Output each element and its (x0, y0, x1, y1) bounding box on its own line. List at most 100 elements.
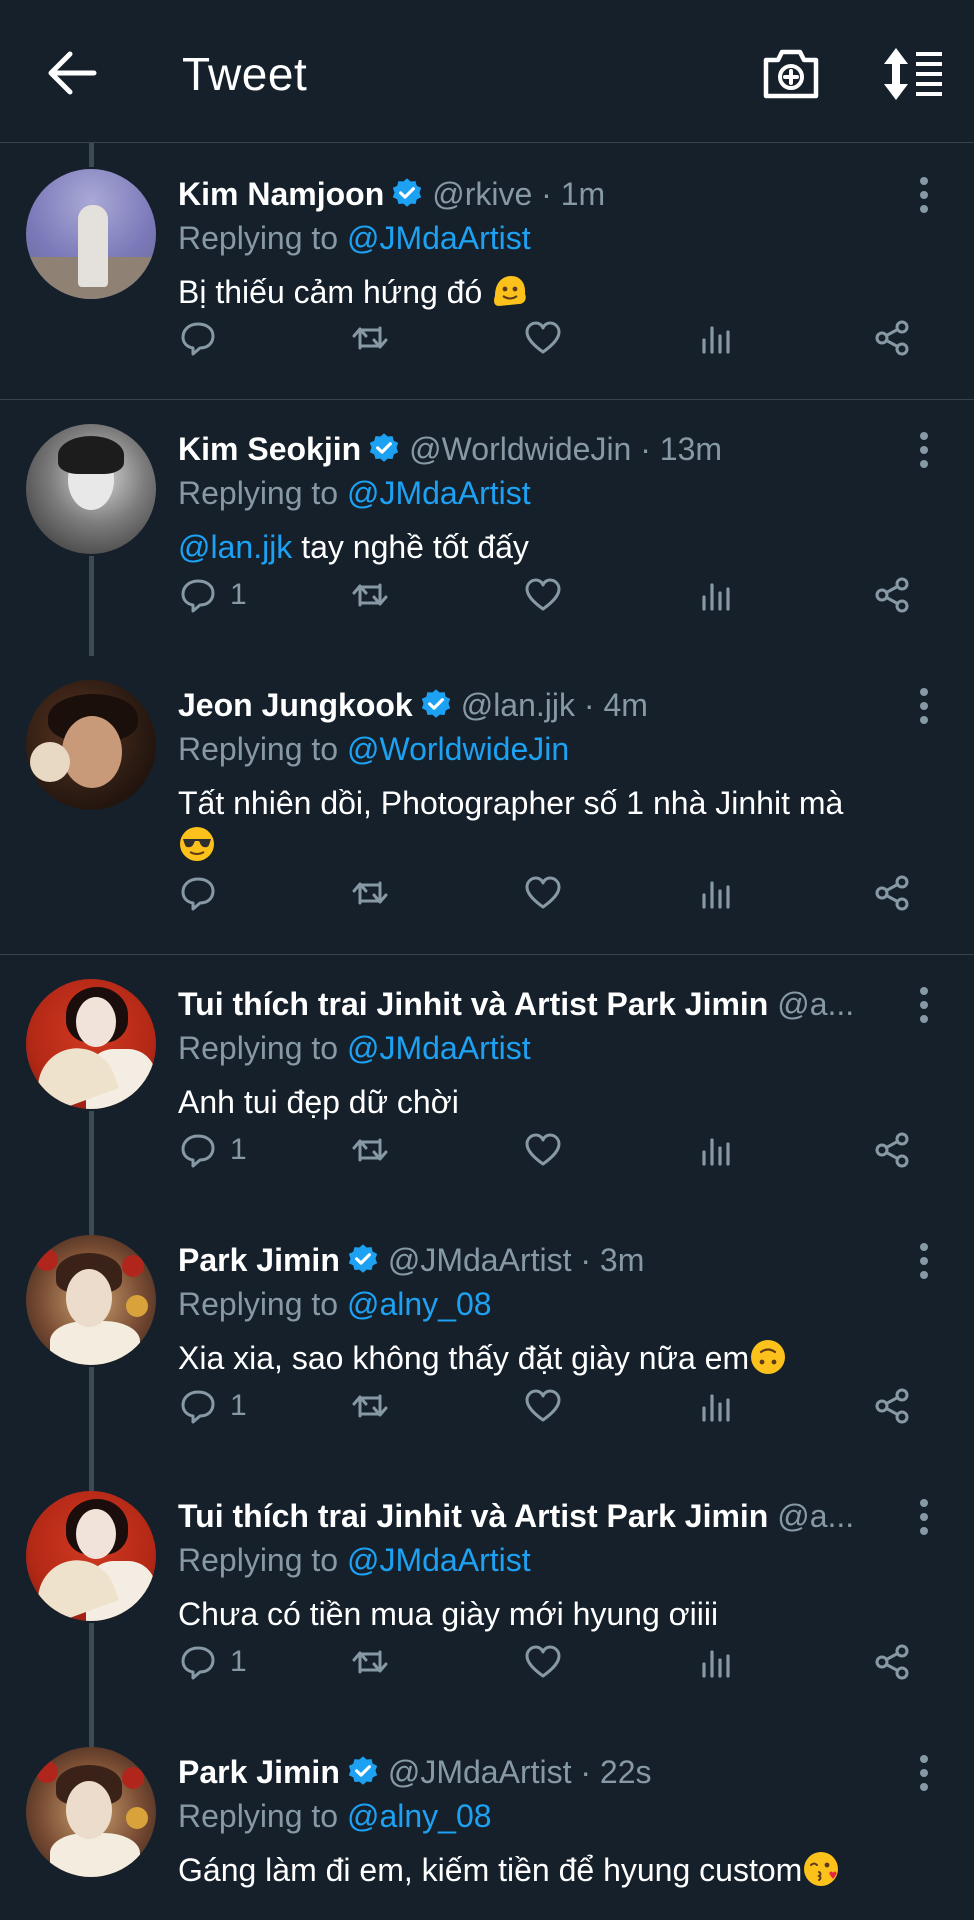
like-button[interactable] (523, 570, 563, 620)
like-button[interactable] (523, 1381, 563, 1431)
thread-connector (89, 1211, 94, 1235)
sort-button[interactable] (878, 46, 946, 102)
camera-button[interactable] (760, 46, 822, 102)
tweet-card[interactable]: Tui thích trai Jinhit và Artist Park Jim… (0, 1467, 974, 1723)
display-name[interactable]: Park Jimin (178, 1749, 340, 1795)
replying-to-link[interactable]: @JMdaArtist (347, 475, 531, 511)
retweet-button[interactable] (350, 1125, 390, 1175)
tweet-card[interactable]: Tui thích trai Jinhit và Artist Park Jim… (0, 955, 974, 1211)
reply-button[interactable]: 1 (178, 1381, 247, 1431)
reply-button[interactable] (178, 313, 230, 363)
share-button[interactable] (872, 570, 912, 620)
handle-timestamp: @WorldwideJin · 13m (409, 431, 723, 467)
tweet-text-content: Bị thiếu cảm hứng đó (178, 274, 483, 310)
tweet-card[interactable]: Park Jimin @JMdaArtist · 3m Replying to … (0, 1211, 974, 1467)
retweet-button[interactable] (350, 1637, 390, 1687)
share-button[interactable] (872, 1381, 912, 1431)
replying-to-link[interactable]: @JMdaArtist (347, 1030, 531, 1066)
analytics-button[interactable] (696, 1125, 736, 1175)
share-button[interactable] (872, 1637, 912, 1687)
replying-to-link[interactable]: @alny_08 (347, 1798, 492, 1834)
retweet-icon (352, 881, 388, 905)
author-line: Tui thích trai Jinhit và Artist Park Jim… (178, 1493, 918, 1539)
retweet-button[interactable] (350, 1381, 390, 1431)
display-name[interactable]: Tui thích trai Jinhit và Artist Park Jim… (178, 981, 768, 1027)
analytics-button[interactable] (696, 313, 736, 363)
heart-icon (525, 876, 561, 909)
tweet-text: Xia xia, sao không thấy đặt giày nữa em (178, 1337, 944, 1379)
reply-button[interactable]: 1 (178, 570, 247, 620)
verified-badge-icon (348, 1244, 378, 1273)
analytics-button[interactable] (696, 570, 736, 620)
handle-timestamp: @rkive · 1m (432, 176, 606, 212)
analytics-button[interactable] (696, 868, 736, 918)
handle-timestamp: @lan.jjk · 4m (460, 687, 648, 723)
replying-to-link[interactable]: @JMdaArtist (347, 220, 531, 256)
tweet-card[interactable]: Kim Namjoon @rkive · 1m Replying to @JMd… (0, 143, 974, 400)
retweet-button[interactable] (350, 313, 390, 363)
display-name[interactable]: Park Jimin (178, 1237, 340, 1283)
analytics-button[interactable] (696, 1637, 736, 1687)
replying-to-link[interactable]: @WorldwideJin (347, 731, 569, 767)
avatar[interactable] (26, 1491, 156, 1621)
reply-count: 1 (230, 1645, 247, 1678)
display-name[interactable]: Kim Namjoon (178, 171, 384, 217)
mention-link[interactable]: @lan.jjk (178, 529, 292, 565)
reply-button[interactable]: 1 (178, 1637, 247, 1687)
retweet-icon (352, 1138, 388, 1162)
display-name[interactable]: Jeon Jungkook (178, 682, 413, 728)
tweet-card[interactable]: Park Jimin @JMdaArtist · 22s Replying to… (0, 1723, 974, 1920)
tweet-card[interactable]: Kim Seokjin @WorldwideJin · 13m Replying… (0, 400, 974, 656)
replying-prefix: Replying to (178, 220, 339, 256)
reply-count: 1 (230, 578, 247, 611)
share-button[interactable] (872, 313, 912, 363)
reply-button[interactable]: 1 (178, 1125, 247, 1175)
retweet-icon (352, 1650, 388, 1674)
share-button[interactable] (872, 868, 912, 918)
heart-icon (525, 1133, 561, 1166)
replying-to: Replying to @JMdaArtist (178, 217, 944, 259)
avatar[interactable] (26, 169, 156, 299)
bar-chart-icon (702, 326, 730, 354)
analytics-button[interactable] (696, 1381, 736, 1431)
share-icon (875, 577, 909, 613)
like-button[interactable] (523, 313, 563, 363)
like-button[interactable] (523, 1637, 563, 1687)
back-button[interactable] (44, 48, 100, 98)
retweet-button[interactable] (350, 570, 390, 620)
display-name[interactable]: Kim Seokjin (178, 426, 361, 472)
tweet-card[interactable]: Jeon Jungkook @lan.jjk · 4m Replying to … (0, 656, 974, 955)
replying-prefix: Replying to (178, 1798, 339, 1834)
retweet-icon (352, 326, 388, 350)
handle-timestamp: @JMdaArtist · 22s (387, 1754, 652, 1790)
thread-connector (89, 143, 94, 167)
share-icon (875, 1388, 909, 1424)
melting-face-emoji (494, 276, 526, 306)
thread-connector (89, 1723, 94, 1747)
avatar[interactable] (26, 424, 156, 554)
upside-down-face-emoji (751, 1340, 786, 1374)
tweet-text-content: tay nghề tốt đấy (292, 529, 529, 565)
replying-to-link[interactable]: @alny_08 (347, 1286, 492, 1322)
avatar[interactable] (26, 1747, 156, 1877)
share-button[interactable] (872, 1125, 912, 1175)
share-icon (875, 1644, 909, 1680)
retweet-button[interactable] (350, 868, 390, 918)
avatar[interactable] (26, 979, 156, 1109)
reply-count: 1 (230, 1389, 247, 1422)
reply-button[interactable] (178, 868, 230, 918)
avatar[interactable] (26, 1235, 156, 1365)
reply-bubble-icon (181, 579, 215, 613)
replying-to-link[interactable]: @JMdaArtist (347, 1542, 531, 1578)
like-button[interactable] (523, 1125, 563, 1175)
thread-connector (89, 1623, 94, 1723)
verified-badge-icon (421, 689, 450, 718)
reply-count: 1 (230, 1133, 247, 1166)
heart-icon (525, 1389, 561, 1422)
avatar[interactable] (26, 680, 156, 810)
replying-prefix: Replying to (178, 731, 339, 767)
tweet-text-content: Chưa có tiền mua giày mới hyung ơiiii (178, 1596, 719, 1632)
display-name[interactable]: Tui thích trai Jinhit và Artist Park Jim… (178, 1493, 768, 1539)
tweet-actions: 1 (178, 1637, 928, 1687)
like-button[interactable] (523, 868, 563, 918)
